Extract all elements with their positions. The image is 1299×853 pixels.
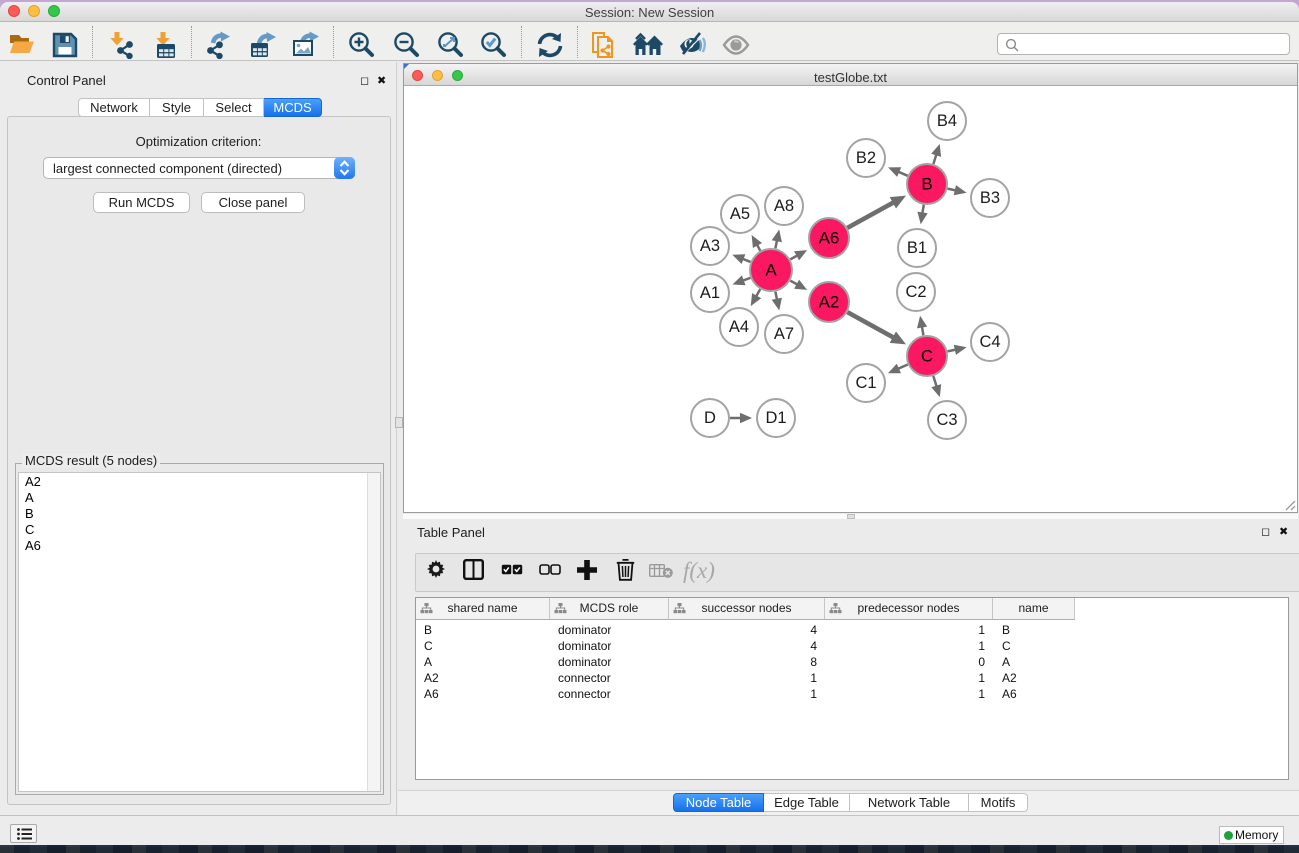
svg-text:B4: B4 (937, 112, 957, 130)
svg-text:B2: B2 (856, 149, 876, 167)
svg-text:C: C (921, 347, 933, 366)
svg-text:D: D (704, 409, 716, 427)
svg-text:A4: A4 (729, 318, 749, 336)
svg-text:C4: C4 (979, 333, 1000, 351)
svg-text:C3: C3 (936, 411, 957, 429)
svg-text:B3: B3 (980, 189, 1000, 207)
svg-text:A: A (765, 261, 777, 280)
svg-text:A8: A8 (774, 197, 794, 215)
svg-text:A5: A5 (730, 205, 750, 223)
svg-text:A1: A1 (700, 284, 720, 302)
svg-text:A2: A2 (819, 293, 840, 312)
svg-text:B: B (921, 175, 932, 194)
svg-text:A7: A7 (774, 325, 794, 343)
svg-text:B1: B1 (907, 239, 927, 257)
svg-text:D1: D1 (765, 409, 786, 427)
svg-text:A6: A6 (819, 229, 840, 248)
svg-text:C2: C2 (905, 283, 926, 301)
svg-text:A3: A3 (700, 237, 720, 255)
svg-text:C1: C1 (855, 374, 876, 392)
